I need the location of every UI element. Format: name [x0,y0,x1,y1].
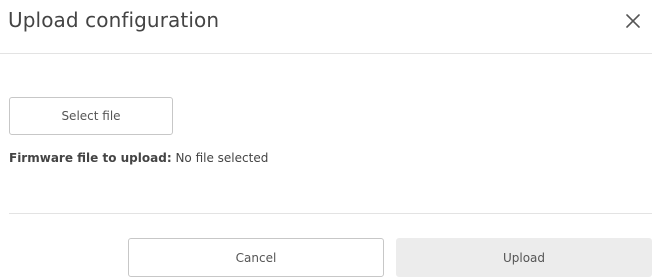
upload-configuration-dialog: Upload configuration Select file Firmwar… [0,0,652,277]
close-icon[interactable] [622,10,644,32]
file-status-label: Firmware file to upload [9,151,167,165]
select-file-button[interactable]: Select file [9,97,173,135]
file-status: Firmware file to upload: No file selecte… [9,151,268,165]
footer-divider [9,213,652,214]
file-status-separator: : [166,151,172,165]
file-status-value: No file selected [175,151,269,165]
upload-button[interactable]: Upload [396,238,652,277]
cancel-button[interactable]: Cancel [128,238,384,277]
dialog-title: Upload configuration [8,8,220,32]
dialog-header: Upload configuration [0,0,652,54]
